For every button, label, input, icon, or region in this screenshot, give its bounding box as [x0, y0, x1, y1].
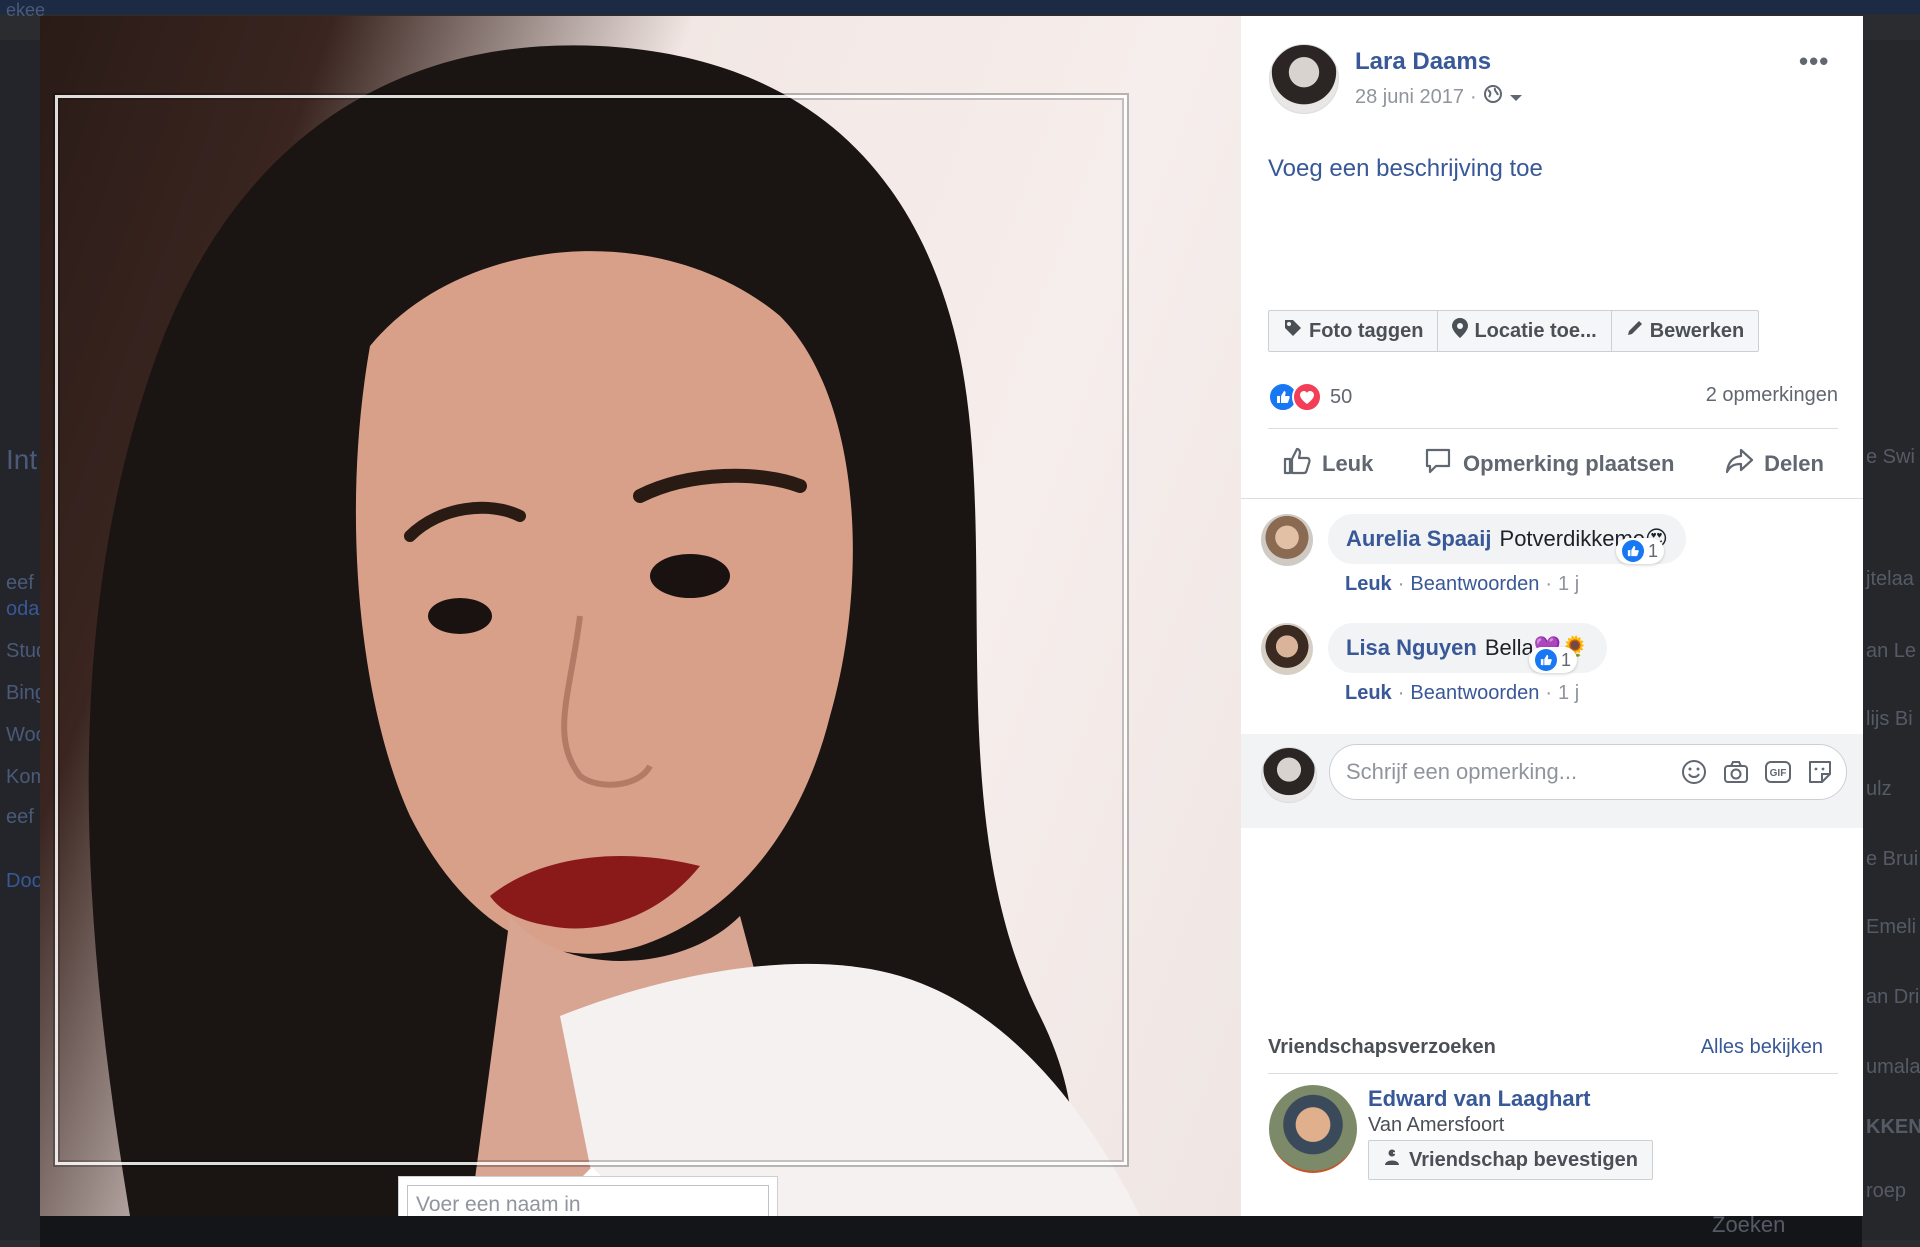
photo-actions: Foto taggen Locatie toe... Bewerken	[1268, 310, 1760, 352]
comment-time[interactable]: 1 j	[1558, 573, 1579, 595]
tag-photo-label: Foto taggen	[1309, 319, 1424, 342]
commenter-name[interactable]: Lisa Nguyen	[1346, 635, 1477, 661]
comment-count[interactable]: 2 opmerkingen	[1706, 384, 1838, 407]
tag-selection-frame[interactable]	[55, 95, 1127, 1165]
comment-time[interactable]: 1 j	[1558, 682, 1579, 704]
share-label: Delen	[1764, 451, 1824, 476]
friend-request-location: Van Amersfoort	[1368, 1114, 1505, 1136]
edit-button[interactable]: Bewerken	[1612, 311, 1759, 351]
like-reaction-icon	[1622, 540, 1644, 562]
comment-label: Opmerking plaatsen	[1462, 451, 1675, 476]
globe-icon[interactable]	[1483, 84, 1503, 110]
friend-requests-title: Vriendschapsverzoeken	[1268, 1036, 1496, 1058]
confirm-friend-button[interactable]: Vriendschap bevestigen	[1368, 1140, 1653, 1180]
thumbs-up-icon	[1282, 446, 1312, 482]
photo-side-panel: Lara Daams 28 juni 2017 · ••• Voeg een b…	[1241, 16, 1863, 1216]
add-location-label: Locatie toe...	[1474, 319, 1597, 342]
divider	[1268, 428, 1838, 429]
gif-icon[interactable]: GIF	[1764, 758, 1792, 786]
bg-right-text: roep	[1866, 1180, 1907, 1202]
bg-right-text: jtelaa	[1866, 568, 1914, 590]
bg-right-text: an Le	[1866, 640, 1917, 662]
comment-actions: Leuk · Beantwoorden · 1 j	[1345, 573, 1580, 595]
comment-input-wrapper: GIF	[1329, 744, 1847, 800]
bg-right-text: Emeli	[1866, 916, 1917, 938]
more-options-button[interactable]: •••	[1799, 46, 1829, 77]
comment-like-count[interactable]: 1	[1616, 538, 1665, 564]
bg-left-text: eef	[6, 572, 34, 594]
add-location-button[interactable]: Locatie toe...	[1438, 311, 1612, 351]
commenter-name[interactable]: Aurelia Spaaij	[1346, 526, 1492, 552]
divider	[1241, 498, 1863, 499]
bg-right-text: e Swi	[1866, 446, 1915, 468]
meta-separator: ·	[1469, 85, 1477, 108]
location-pin-icon	[1452, 318, 1469, 344]
tag-icon	[1283, 318, 1303, 344]
post-action-bar: Leuk Opmerking plaatsen Delen	[1268, 446, 1838, 482]
friend-request-name[interactable]: Edward van Laaghart	[1368, 1086, 1591, 1112]
like-button[interactable]: Leuk	[1268, 446, 1387, 482]
speech-bubble-icon	[1423, 446, 1453, 482]
like-count: 1	[1561, 649, 1572, 670]
background-topbar	[0, 0, 1920, 14]
reaction-count: 50	[1330, 385, 1353, 408]
bg-right-text: KKEN	[1866, 1116, 1920, 1138]
write-comment-bar: GIF	[1241, 734, 1863, 828]
comment-actions: Leuk · Beantwoorden · 1 j	[1345, 682, 1580, 704]
comment-reply-link[interactable]: Beantwoorden	[1410, 682, 1539, 704]
add-friend-icon	[1383, 1148, 1401, 1172]
reaction-icons	[1268, 382, 1322, 412]
commenter-avatar[interactable]	[1261, 623, 1313, 675]
share-arrow-icon	[1724, 446, 1754, 482]
confirm-friend-label: Vriendschap bevestigen	[1409, 1148, 1638, 1171]
share-button[interactable]: Delen	[1710, 446, 1838, 482]
divider	[1268, 1073, 1838, 1074]
commenter-avatar[interactable]	[1261, 514, 1313, 566]
like-label: Leuk	[1322, 451, 1374, 476]
comment-like-link[interactable]: Leuk	[1345, 573, 1392, 595]
love-reaction-icon	[1292, 382, 1322, 412]
author-avatar[interactable]	[1269, 44, 1339, 114]
photo-viewer[interactable]	[40, 16, 1241, 1216]
background-bottom-strip	[40, 1216, 1862, 1247]
bg-left-text: oda	[6, 598, 40, 620]
reactions-summary[interactable]: 50	[1268, 382, 1352, 412]
sticker-icon[interactable]	[1806, 758, 1834, 786]
bg-right-text: umala	[1866, 1056, 1920, 1078]
add-description-link[interactable]: Voeg een beschrijving toe	[1268, 155, 1543, 183]
friend-request-avatar[interactable]	[1269, 1085, 1357, 1173]
camera-icon[interactable]	[1722, 758, 1750, 786]
current-user-avatar	[1261, 747, 1317, 803]
bg-left-text: eef	[6, 806, 34, 828]
comment-input-icons: GIF	[1680, 758, 1834, 786]
bg-right-text: ulz	[1866, 778, 1892, 800]
post-meta: 28 juni 2017 ·	[1355, 84, 1523, 110]
bg-left-text: Int	[6, 444, 38, 475]
comment-reply-link[interactable]: Beantwoorden	[1410, 573, 1539, 595]
comment-like-link[interactable]: Leuk	[1345, 682, 1392, 704]
bg-right-text: lijs Bi	[1866, 708, 1913, 730]
post-date[interactable]: 28 juni 2017	[1355, 86, 1464, 109]
comment-like-count[interactable]: 1	[1529, 647, 1578, 673]
like-reaction-icon	[1535, 649, 1557, 671]
see-all-link[interactable]: Alles bekijken	[1701, 1036, 1823, 1059]
chevron-down-icon[interactable]	[1509, 86, 1523, 109]
bg-right-text: e Brui	[1866, 848, 1919, 870]
comment-button[interactable]: Opmerking plaatsen	[1409, 446, 1689, 482]
tag-name-input[interactable]	[407, 1185, 769, 1216]
edit-label: Bewerken	[1649, 319, 1745, 342]
bg-right-text: an Dri	[1866, 986, 1920, 1008]
pencil-icon	[1626, 319, 1644, 343]
comment-input[interactable]	[1344, 758, 1680, 786]
tag-name-box	[398, 1176, 778, 1216]
emoji-icon[interactable]	[1680, 758, 1708, 786]
author-name[interactable]: Lara Daams	[1355, 48, 1491, 76]
tag-photo-button[interactable]: Foto taggen	[1269, 311, 1439, 351]
like-count: 1	[1648, 540, 1659, 561]
svg-text:GIF: GIF	[1770, 768, 1787, 779]
